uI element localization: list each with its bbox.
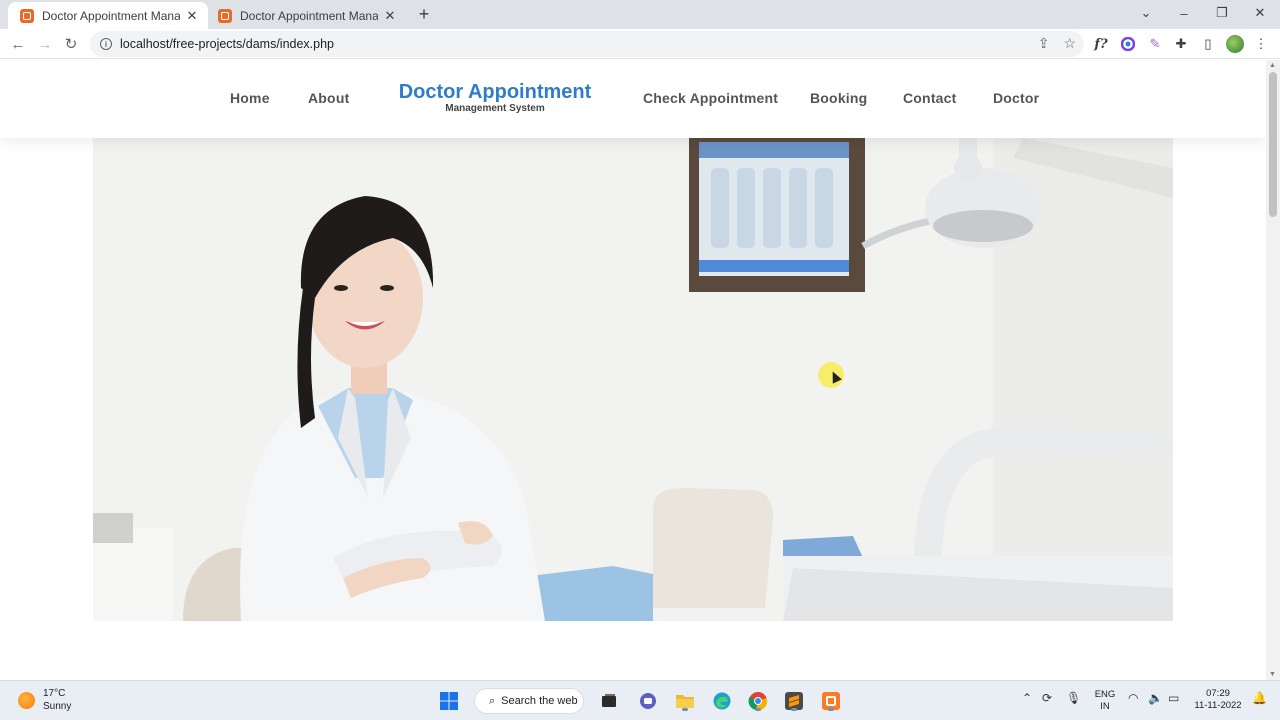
minimize-icon[interactable]: –: [1170, 3, 1198, 23]
profile-avatar-icon[interactable]: [1226, 35, 1244, 53]
weather-condition: Sunny: [43, 701, 72, 712]
reload-icon[interactable]: ↻: [60, 33, 82, 55]
maximize-icon[interactable]: ❐: [1208, 3, 1236, 23]
language-line-2: IN: [1100, 701, 1110, 712]
chrome-icon[interactable]: [746, 689, 770, 713]
omnibox-actions: ⇪ ☆: [1038, 35, 1076, 52]
tab-title: Doctor Appointment Manageme: [240, 8, 378, 23]
microphone-icon[interactable]: 🎙: [1066, 691, 1081, 705]
xampp-favicon-icon: [218, 8, 232, 23]
back-arrow-icon[interactable]: ←: [7, 33, 29, 55]
chair-headrest: [653, 488, 773, 608]
browser-tab-strip: Doctor Appointment Manageme ✕ Doctor App…: [0, 0, 1280, 29]
language-indicator[interactable]: ENG IN: [1092, 689, 1118, 713]
browser-toolbar: ← → ↻ i localhost/free-projects/dams/ind…: [0, 29, 1280, 59]
scroll-up-arrow-icon[interactable]: ▲: [1269, 62, 1276, 69]
site-info-icon[interactable]: i: [100, 38, 112, 50]
running-indicator: [791, 708, 797, 711]
nav-about[interactable]: About: [308, 90, 349, 106]
running-indicator: [682, 708, 688, 711]
site-header: Home About Doctor Appointment Management…: [0, 60, 1266, 138]
tray-chevron-icon[interactable]: ⌃: [1022, 691, 1032, 705]
browser-tab-2[interactable]: Doctor Appointment Manageme ✕: [206, 2, 406, 29]
sidebar-icon[interactable]: ▯: [1199, 35, 1217, 53]
search-label: Search the web: [501, 695, 578, 707]
windows-start-icon[interactable]: [437, 689, 461, 713]
tab-close-icon[interactable]: ✕: [184, 8, 200, 24]
page-viewport: Home About Doctor Appointment Management…: [0, 60, 1266, 680]
running-indicator: [828, 708, 834, 711]
weather-temp: 17°C: [43, 688, 66, 699]
clock-date: 11-11-2022: [1194, 700, 1242, 711]
sync-icon[interactable]: ⟳: [1042, 691, 1052, 705]
windows-taskbar: 17°C Sunny ⌕ Search the web ⌃ ⟳ 🎙 ENG IN: [0, 680, 1280, 720]
menu-dots-icon[interactable]: ⋮: [1252, 35, 1270, 53]
close-window-icon[interactable]: ✕: [1246, 3, 1274, 23]
clock-time: 07:29: [1206, 688, 1230, 699]
nav-booking[interactable]: Booking: [810, 90, 867, 106]
teams-chat-icon[interactable]: [636, 689, 660, 713]
tab-title: Doctor Appointment Manageme: [42, 8, 180, 23]
wifi-icon[interactable]: ◠: [1128, 691, 1138, 705]
language-line-1: ENG: [1094, 689, 1116, 700]
running-indicator: [755, 708, 761, 711]
browser-tab-1[interactable]: Doctor Appointment Manageme ✕: [8, 2, 208, 29]
xampp-icon[interactable]: [819, 689, 843, 713]
pen-icon[interactable]: ✎: [1146, 35, 1164, 53]
share-icon[interactable]: ⇪: [1038, 35, 1050, 52]
scroll-down-arrow-icon[interactable]: ▼: [1269, 671, 1276, 678]
star-icon[interactable]: ☆: [1063, 35, 1076, 52]
system-clock[interactable]: 07:29 11-11-2022: [1190, 688, 1246, 712]
brand-subtitle: Management System: [445, 103, 545, 114]
sunny-icon: [18, 691, 35, 709]
task-view-icon[interactable]: [597, 689, 621, 713]
battery-icon[interactable]: ▭: [1168, 691, 1179, 705]
nav-home[interactable]: Home: [230, 90, 270, 106]
nav-contact[interactable]: Contact: [903, 90, 957, 106]
tab-search-chevron-icon[interactable]: ⌄: [1132, 3, 1160, 23]
brand-title: Doctor Appointment: [398, 81, 592, 103]
nav-check-appointment[interactable]: Check Appointment: [643, 90, 778, 106]
color-circle-icon[interactable]: [1119, 35, 1137, 53]
hero-image: [93, 138, 1173, 621]
site-brand[interactable]: Doctor Appointment Management System: [392, 80, 598, 114]
forward-arrow-icon[interactable]: →: [34, 33, 56, 55]
puzzle-icon[interactable]: ✚: [1172, 35, 1190, 53]
nav-doctor[interactable]: Doctor: [993, 90, 1039, 106]
url-text[interactable]: localhost/free-projects/dams/index.php: [120, 37, 334, 51]
page-scrollbar[interactable]: ▲ ▼: [1266, 60, 1280, 680]
hero-illustration: [93, 138, 1173, 621]
edge-icon[interactable]: [710, 689, 734, 713]
scrollbar-thumb[interactable]: [1269, 72, 1277, 217]
new-tab-button[interactable]: +: [414, 4, 434, 24]
sublime-text-icon[interactable]: [782, 689, 806, 713]
notifications-icon[interactable]: 🔔: [1252, 691, 1267, 705]
file-explorer-icon[interactable]: [673, 689, 697, 713]
tab-close-icon[interactable]: ✕: [382, 8, 398, 24]
volume-icon[interactable]: 🔈: [1148, 691, 1163, 705]
font-icon[interactable]: f?: [1092, 35, 1110, 53]
mouse-cursor-highlight: [818, 362, 844, 388]
xampp-favicon-icon: [20, 8, 34, 23]
taskbar-search[interactable]: ⌕ Search the web: [474, 688, 584, 714]
weather-widget[interactable]: 17°C Sunny: [18, 687, 71, 713]
search-icon: ⌕: [489, 694, 496, 707]
address-bar[interactable]: i localhost/free-projects/dams/index.php…: [90, 31, 1084, 57]
